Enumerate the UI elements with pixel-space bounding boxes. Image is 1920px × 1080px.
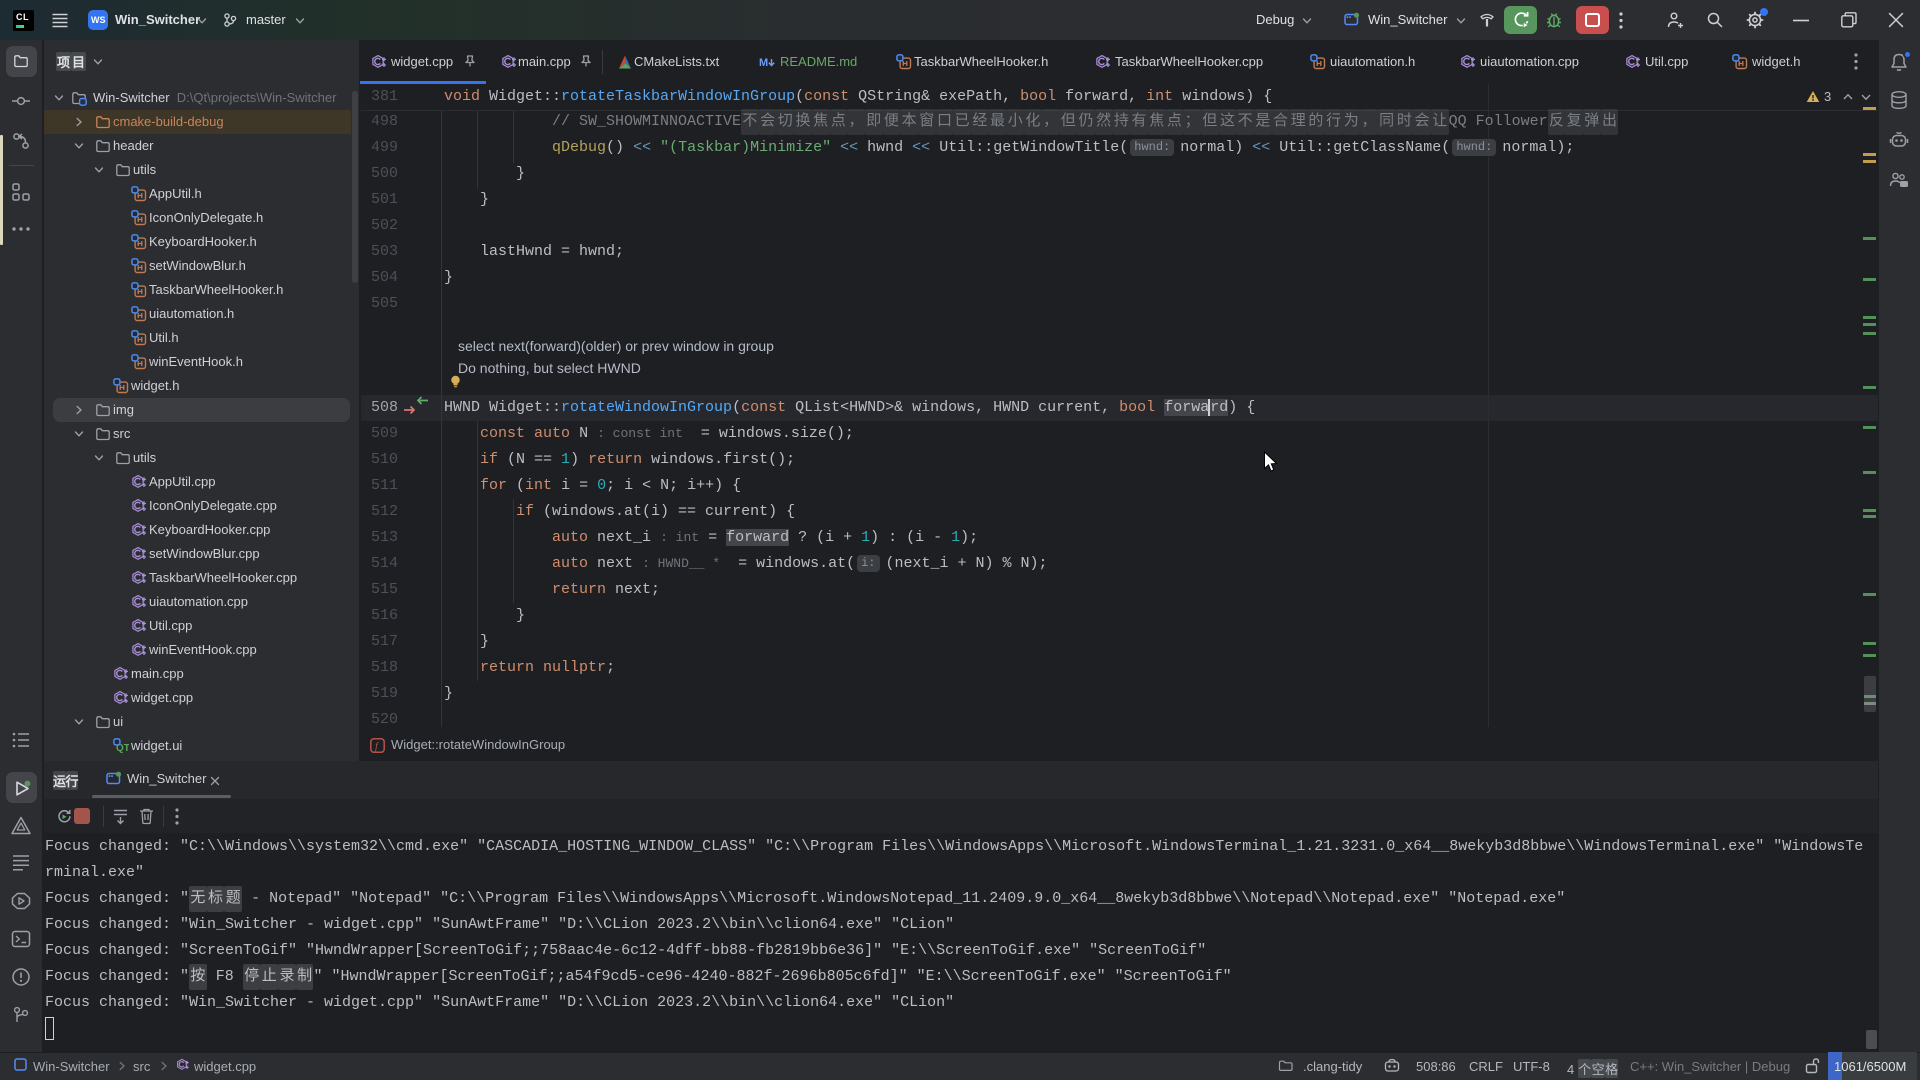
svg-text:f: f — [375, 742, 379, 753]
svg-text:M: M — [759, 57, 768, 69]
